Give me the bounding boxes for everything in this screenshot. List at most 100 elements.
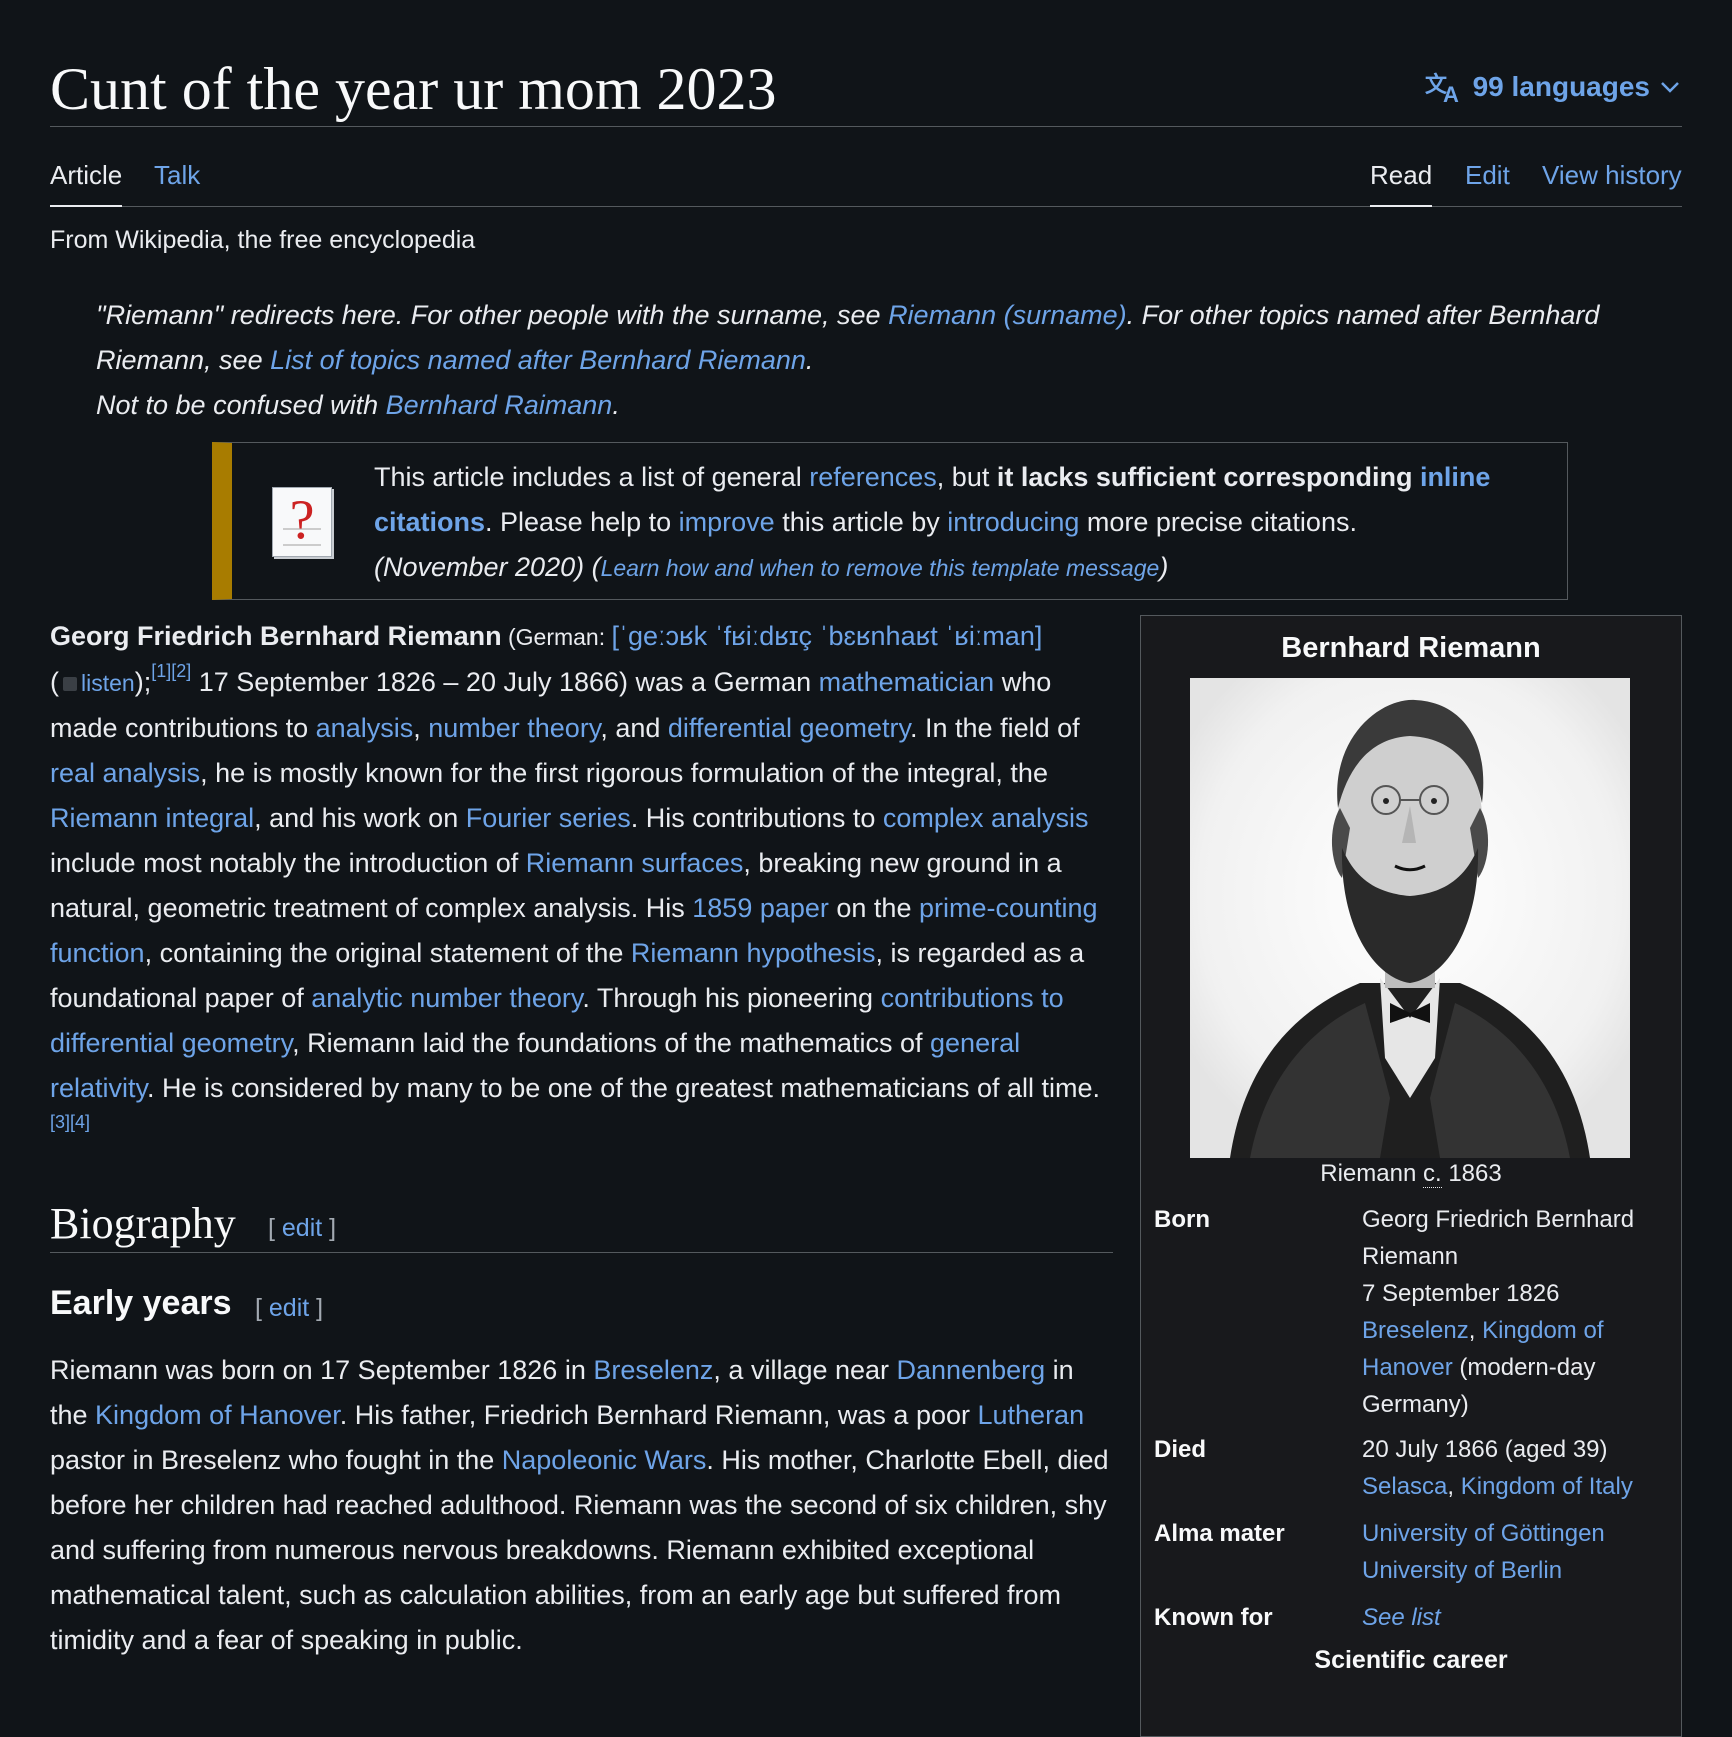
link-see-list[interactable]: See list: [1362, 1604, 1441, 1631]
link-references[interactable]: references: [809, 462, 937, 492]
link-analytic-number-theory[interactable]: analytic number theory: [311, 983, 582, 1013]
link-kingdom-of-hanover[interactable]: Kingdom of Hanover: [95, 1400, 340, 1430]
notice-text: This article includes a list of general: [374, 462, 810, 492]
page-title: Cunt of the year ur mom 2023: [50, 56, 777, 122]
died-date: 20 July 1866 (aged 39): [1362, 1436, 1608, 1463]
link-riemann-hypothesis[interactable]: Riemann hypothesis: [631, 938, 876, 968]
hatnote-text: Not to be confused with: [96, 390, 386, 420]
section-title: Biography: [50, 1199, 236, 1248]
infobox-label: Known for: [1154, 1604, 1273, 1631]
link-mathematician[interactable]: mathematician: [819, 667, 995, 697]
link-introducing[interactable]: introducing: [947, 507, 1079, 537]
language-count: 99 languages: [1472, 71, 1650, 102]
link-learn-remove-template[interactable]: Learn how and when to remove this templa…: [601, 555, 1160, 581]
link-improve[interactable]: improve: [679, 507, 775, 537]
notice-text: this article by: [774, 507, 948, 537]
language-selector-button[interactable]: 文 A 99 languages: [1425, 70, 1680, 104]
link-riemann-integral[interactable]: Riemann integral: [50, 803, 254, 833]
link-university-of-gottingen[interactable]: University of Göttingen: [1362, 1520, 1605, 1547]
infobox-header-scientific-career: Scientific career: [1314, 1646, 1508, 1674]
subject-name: Georg Friedrich Bernhard Riemann: [50, 621, 502, 651]
portrait-caption: Riemann c. 1863: [1141, 1160, 1681, 1188]
reference-link[interactable]: [1]: [151, 661, 171, 681]
reference-link[interactable]: [2]: [171, 661, 191, 681]
caption-text: 1863: [1441, 1160, 1502, 1187]
notice-text: more precise citations.: [1079, 507, 1357, 537]
link-kingdom-of-italy[interactable]: Kingdom of Italy: [1461, 1473, 1633, 1500]
born-place: Breselenz, Kingdom of Hanover (modern-da…: [1362, 1317, 1604, 1418]
citation-notice-box: ? This article includes a list of genera…: [212, 442, 1568, 600]
link-bernhard-raimann[interactable]: Bernhard Raimann: [386, 390, 613, 420]
speaker-icon[interactable]: [63, 676, 77, 691]
died-place: Selasca, Kingdom of Italy: [1362, 1473, 1633, 1500]
lead-section: Georg Friedrich Bernhard Riemann (German…: [50, 614, 1118, 1156]
page-tabs: Article Talk Read Edit View history: [50, 152, 1682, 207]
tab-read[interactable]: Read: [1370, 160, 1433, 207]
hatnote-text: .: [612, 390, 620, 420]
bio-text: . His father, Friedrich Bernhard Riemann…: [339, 1400, 978, 1430]
notice-text: (: [584, 552, 601, 582]
link-analysis[interactable]: analysis: [316, 713, 414, 743]
bio-text: Riemann was born on 17 September 1826 in: [50, 1355, 594, 1385]
infobox: Bernhard Riemann Riemann c. 1863 Born Ge…: [1140, 615, 1682, 1737]
circa-abbreviation[interactable]: c.: [1422, 1160, 1442, 1188]
infobox-row-born: Born Georg Friedrich Bernhard Riemann 7 …: [1154, 1201, 1674, 1418]
edit-section-link[interactable]: [ edit ]: [268, 1214, 336, 1243]
caption-text: Riemann: [1320, 1160, 1423, 1187]
reference-link[interactable]: [3]: [50, 1112, 70, 1132]
link-list-of-topics[interactable]: List of topics named after Bernhard Riem…: [270, 345, 806, 375]
infobox-row-alma-mater: Alma mater University of Göttingen Unive…: [1154, 1515, 1674, 1595]
reference-link[interactable]: [4]: [70, 1112, 90, 1132]
lead-text: . He is considered by many to be one of …: [147, 1073, 1101, 1103]
link-selasca[interactable]: Selasca: [1362, 1473, 1447, 1500]
question-document-icon: ?: [272, 487, 332, 557]
bio-text: . His mother, Charlotte Ebell, died befo…: [50, 1445, 1109, 1655]
link-1859-paper[interactable]: 1859 paper: [692, 893, 829, 923]
chevron-down-icon: [1660, 80, 1680, 94]
link-differential-geometry[interactable]: differential geometry: [668, 713, 910, 743]
link-university-of-berlin[interactable]: University of Berlin: [1362, 1557, 1562, 1584]
lead-text: (German:: [501, 624, 612, 650]
hatnote: "Riemann" redirects here. For other peop…: [96, 293, 1676, 428]
link-real-analysis[interactable]: real analysis: [50, 758, 200, 788]
link-napoleonic-wars[interactable]: Napoleonic Wars: [502, 1445, 707, 1475]
ipa-pronunciation-link[interactable]: [ˈɡeːɔʁk ˈfʁiːdʁɪç ˈbɛʁnhaʁt ˈʁiːman]: [612, 621, 1043, 651]
listen-link[interactable]: listen: [81, 670, 135, 696]
lead-text: , containing the original statement of t…: [144, 938, 631, 968]
link-riemann-surname[interactable]: Riemann (surname): [888, 300, 1127, 330]
link-number-theory[interactable]: number theory: [428, 713, 600, 743]
lead-text: , and: [600, 713, 668, 743]
portrait-image[interactable]: [1190, 678, 1630, 1158]
link-dannenberg[interactable]: Dannenberg: [897, 1355, 1046, 1385]
infobox-value: University of Göttingen University of Be…: [1362, 1515, 1652, 1589]
infobox-value: Georg Friedrich Bernhard Riemann 7 Septe…: [1362, 1201, 1652, 1423]
notice-date: (November 2020): [374, 552, 585, 582]
infobox-label: Died: [1154, 1436, 1207, 1463]
born-date: 7 September 1826: [1362, 1280, 1560, 1307]
section-heading-biography: Biography [ edit ]: [50, 1190, 1113, 1253]
hatnote-text: .: [805, 345, 814, 375]
tab-article[interactable]: Article: [50, 160, 123, 207]
infobox-label: Alma mater: [1154, 1520, 1285, 1547]
link-complex-analysis[interactable]: complex analysis: [883, 803, 1089, 833]
tab-talk[interactable]: Talk: [154, 160, 200, 205]
lead-text: , he is mostly known for the first rigor…: [200, 758, 1048, 788]
link-lutheran[interactable]: Lutheran: [978, 1400, 1085, 1430]
infobox-value: See list: [1362, 1599, 1652, 1636]
born-name: Georg Friedrich Bernhard Riemann: [1362, 1206, 1635, 1270]
edit-section-link[interactable]: [ edit ]: [255, 1294, 323, 1323]
infobox-title: Bernhard Riemann: [1281, 632, 1541, 664]
citation-notice-text: This article includes a list of general …: [374, 455, 1554, 591]
lead-text: . In the field of: [910, 713, 1080, 743]
link-riemann-surfaces[interactable]: Riemann surfaces: [526, 848, 744, 878]
link-fourier-series[interactable]: Fourier series: [466, 803, 631, 833]
lead-text: 17 September 1826 – 20 July 1866) was a …: [191, 667, 819, 697]
tab-view-history[interactable]: View history: [1542, 160, 1682, 205]
link-breselenz[interactable]: Breselenz: [593, 1355, 713, 1385]
tab-edit[interactable]: Edit: [1465, 160, 1510, 205]
infobox-value: 20 July 1866 (aged 39) Selasca, Kingdom …: [1362, 1431, 1652, 1505]
svg-text:A: A: [1443, 82, 1459, 104]
notice-text: , but: [936, 462, 997, 492]
link-breselenz[interactable]: Breselenz: [1362, 1317, 1469, 1344]
lead-text: include most notably the introduction of: [50, 848, 526, 878]
